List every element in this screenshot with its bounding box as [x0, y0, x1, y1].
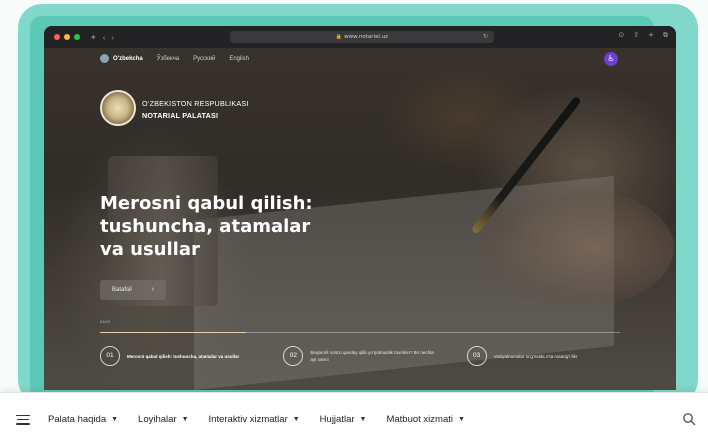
accessibility-icon[interactable]: ♿ [604, 52, 618, 66]
nav-item-label: Palata haqida [48, 414, 107, 425]
nav-item-label: Matbuot xizmati [386, 414, 453, 425]
nav-item-label: Loyihalar [138, 414, 177, 425]
slide-number: 01 [100, 346, 120, 366]
share-icon[interactable]: ⇧ [633, 31, 639, 40]
main-navigation-bar: Palata haqida ▼ Loyihalar ▼ Interaktiv xiz… [0, 392, 708, 446]
slide-title: Merosni qabul qilish: tushuncha, atamala… [127, 353, 240, 359]
sidebar-toggle-icon[interactable]: ✦ [90, 33, 97, 42]
nav-item-loyihalar[interactable]: Loyihalar ▼ [138, 414, 189, 425]
nav-item-label: Hujjatlar [319, 414, 355, 425]
caret-down-icon: ▼ [111, 416, 119, 423]
slide-item[interactable]: 02 Beqarorli nomzi qanday qilib yo‘qotma… [283, 346, 436, 366]
nav-item-palata-haqida[interactable]: Palata haqida ▼ [48, 414, 118, 425]
globe-icon [100, 54, 109, 63]
browser-toolbar: ✦ ‹ › 🔒 www.notarial.uz ↻ ⊙ ⇧ + ⧉ [44, 26, 676, 48]
address-bar[interactable]: 🔒 www.notarial.uz ↻ [230, 31, 494, 43]
search-icon[interactable] [682, 412, 696, 426]
tabs-overview-icon[interactable]: ⧉ [663, 31, 668, 40]
site-logo-text[interactable]: O‘ZBEKISTON RESPUBLIKASI NOTARIAL PALATA… [142, 98, 249, 122]
stage: ✦ ‹ › 🔒 www.notarial.uz ↻ ⊙ ⇧ + ⧉ O'zbek… [0, 0, 708, 446]
notary-chamber-emblem[interactable] [100, 90, 136, 126]
slide-title: Beqarorli nomzi qanday qilib yo‘qotmasli… [310, 350, 434, 362]
lock-icon: 🔒 [335, 34, 343, 40]
chevron-right-icon: › [151, 286, 154, 293]
lang-item-uz-latin[interactable]: O'zbekcha [100, 54, 143, 63]
url-text: www.notarial.uz [344, 34, 389, 40]
nav-item-hujjatlar[interactable]: Hujjatlar ▼ [320, 414, 367, 425]
nav-item-label: Interaktiv xizmatlar [208, 414, 288, 425]
caret-down-icon: ▼ [181, 416, 189, 423]
nav-item-matbuot-xizmati[interactable]: Matbuot xizmati ▼ [386, 414, 464, 425]
hero-headline: Merosni qabul qilish: tushuncha, atamala… [100, 193, 313, 260]
caret-down-icon: ▼ [458, 416, 465, 423]
slide-item[interactable]: 01 Merosni qabul qilish: tushuncha, atam… [100, 346, 253, 366]
minimize-window-button[interactable] [64, 34, 70, 40]
reload-icon[interactable]: ↻ [483, 31, 488, 43]
maximize-window-button[interactable] [74, 34, 80, 40]
nav-item-interaktiv-xizmatlar[interactable]: Interaktiv xizmatlar ▼ [209, 414, 300, 425]
lang-item-english[interactable]: English [229, 56, 249, 62]
close-window-button[interactable] [54, 34, 60, 40]
slide-item[interactable]: 03 Vasiyatnomalar to‘g‘risida o‘ta notar… [466, 346, 620, 366]
hero-banner: O'zbekcha Ўзбекча Русский English ♿ O‘ZB… [44, 48, 676, 390]
new-tab-icon[interactable]: + [648, 31, 654, 40]
more-button[interactable]: Batafsil › [100, 280, 166, 300]
slide-progress-fill [100, 332, 246, 333]
logo-line1: O‘ZBEKISTON RESPUBLIKASI [142, 99, 249, 108]
slide-indicator: 01/03 [100, 319, 111, 324]
slide-list: 01 Merosni qabul qilish: tushuncha, atam… [100, 346, 620, 366]
logo-line2: NOTARIAL PALATASI [142, 111, 219, 120]
slide-number: 02 [283, 346, 304, 366]
back-icon[interactable]: ‹ [103, 33, 106, 42]
more-button-label: Batafsil [112, 287, 132, 293]
caret-down-icon: ▼ [292, 416, 300, 423]
slide-number: 03 [466, 346, 487, 366]
lang-item-uz-cyrillic[interactable]: Ўзбекча [157, 56, 179, 62]
lang-label: O'zbekcha [113, 56, 143, 63]
download-icon[interactable]: ⊙ [618, 31, 624, 40]
forward-icon[interactable]: › [111, 33, 114, 42]
lang-item-russian[interactable]: Русский [193, 56, 215, 62]
browser-window: ✦ ‹ › 🔒 www.notarial.uz ↻ ⊙ ⇧ + ⧉ O'zbek… [44, 26, 676, 390]
slide-progress-bar [100, 332, 620, 333]
caret-down-icon: ▼ [359, 416, 367, 423]
hamburger-menu-icon[interactable] [16, 413, 30, 427]
language-switcher: O'zbekcha Ўзбекча Русский English [100, 54, 249, 63]
slide-title: Vasiyatnomalar to‘g‘risida o‘ta notarig‘… [493, 353, 578, 359]
